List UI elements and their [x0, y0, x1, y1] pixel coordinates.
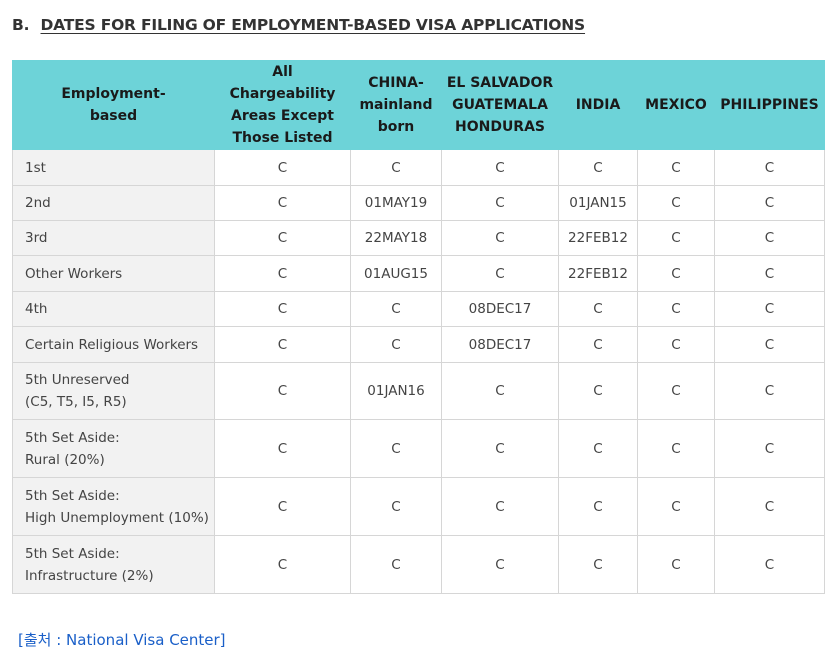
column-header: PHILIPPINES [714, 60, 825, 150]
table-cell: C [637, 326, 715, 363]
table-row: 5th Unreserved (C5, T5, I5, R5) C 01JAN16 C C… [12, 362, 825, 420]
table-cell: C [350, 419, 442, 478]
table-cell: C [637, 477, 715, 536]
table-cell: C [637, 362, 715, 420]
table-cell: C [714, 149, 825, 186]
table-cell: C [714, 326, 825, 363]
table-row: Certain Religious Workers C C 08DEC17 C C C [12, 326, 825, 363]
table-cell: C [714, 255, 825, 292]
column-header: EL SALVADOR GUATEMALA HONDURAS [441, 60, 559, 150]
table-cell: C [558, 419, 638, 478]
visa-dates-table: Employment-based All Chargeability Areas E… [12, 60, 825, 594]
section-heading: B. DATES FOR FILING OF EMPLOYMENT-BASED … [12, 16, 585, 34]
table-cell: C [214, 535, 351, 594]
table-body: 1st C C C C C C 2nd C 01MAY19 C 01JAN15 C C 3rd C 22MAY1… [12, 149, 825, 594]
table-cell: C [637, 220, 715, 256]
section-title: DATES FOR FILING OF EMPLOYMENT-BASED VIS… [40, 16, 586, 34]
table-cell: C [441, 185, 559, 221]
table-cell: C [637, 419, 715, 478]
table-cell: C [214, 326, 351, 363]
row-label: 5th Set Aside: Rural (20%) [12, 419, 215, 478]
column-header: CHINA-mainland born [350, 60, 442, 150]
table-cell: C [714, 362, 825, 420]
row-label: 5th Set Aside: High Unemployment (10%) [12, 477, 215, 536]
section-prefix: B. [12, 16, 30, 34]
table-cell: 08DEC17 [441, 291, 559, 327]
table-cell: C [441, 362, 559, 420]
table-cell: 01MAY19 [350, 185, 442, 221]
table-cell: C [558, 362, 638, 420]
table-cell: C [350, 149, 442, 186]
table-cell: 01AUG15 [350, 255, 442, 292]
table-cell: C [350, 477, 442, 536]
table-cell: 22MAY18 [350, 220, 442, 256]
table-cell: C [441, 149, 559, 186]
table-cell: C [441, 255, 559, 292]
column-header: Employment-based [12, 60, 215, 150]
table-cell: C [441, 220, 559, 256]
table-row: 5th Set Aside: High Unemployment (10%) C C C… [12, 477, 825, 536]
table-cell: C [714, 477, 825, 536]
column-header: MEXICO [637, 60, 715, 150]
row-label: 2nd [12, 185, 215, 221]
table-cell: 01JAN15 [558, 185, 638, 221]
table-cell: C [714, 535, 825, 594]
table-row: 1st C C C C C C [12, 149, 825, 186]
table-cell: C [558, 291, 638, 327]
row-label: 5th Unreserved (C5, T5, I5, R5) [12, 362, 215, 420]
table-cell: C [714, 185, 825, 221]
table-row: Other Workers C 01AUG15 C 22FEB12 C C [12, 255, 825, 292]
row-label: Certain Religious Workers [12, 326, 215, 363]
table-cell: 22FEB12 [558, 255, 638, 292]
table-cell: 01JAN16 [350, 362, 442, 420]
table-row: 5th Set Aside: Infrastructure (2%) C C C C C C [12, 535, 825, 594]
row-label: 1st [12, 149, 215, 186]
row-label: 3rd [12, 220, 215, 256]
table-cell: C [558, 535, 638, 594]
table-cell: C [714, 419, 825, 478]
table-cell: C [441, 419, 559, 478]
table-cell: C [214, 291, 351, 327]
table-cell: C [714, 291, 825, 327]
table-cell: C [350, 291, 442, 327]
row-label: 5th Set Aside: Infrastructure (2%) [12, 535, 215, 594]
column-header: All Chargeability Areas Except Those Liste… [214, 60, 351, 150]
table-cell: C [637, 255, 715, 292]
table-cell: C [214, 477, 351, 536]
table-cell: C [441, 535, 559, 594]
table-cell: C [214, 220, 351, 256]
table-cell: C [350, 535, 442, 594]
table-cell: C [214, 149, 351, 186]
table-cell: C [637, 149, 715, 186]
table-row: 3rd C 22MAY18 C 22FEB12 C C [12, 220, 825, 256]
table-row: 4th C C 08DEC17 C C C [12, 291, 825, 327]
source-link[interactable]: [출처 : National Visa Center] [18, 629, 226, 650]
table-cell: 08DEC17 [441, 326, 559, 363]
table-cell: C [637, 291, 715, 327]
table-cell: C [637, 185, 715, 221]
table-row: 2nd C 01MAY19 C 01JAN15 C C [12, 185, 825, 221]
row-label: Other Workers [12, 255, 215, 292]
table-cell: 22FEB12 [558, 220, 638, 256]
table-header-row: Employment-based All Chargeability Areas E… [12, 60, 825, 150]
table-cell: C [214, 255, 351, 292]
table-cell: C [714, 220, 825, 256]
column-header: INDIA [558, 60, 638, 150]
table-cell: C [214, 362, 351, 420]
table-cell: C [214, 185, 351, 221]
table-row: 5th Set Aside: Rural (20%) C C C C C C [12, 419, 825, 478]
row-label: 4th [12, 291, 215, 327]
table-cell: C [441, 477, 559, 536]
table-cell: C [350, 326, 442, 363]
table-cell: C [637, 535, 715, 594]
table-cell: C [558, 326, 638, 363]
table-cell: C [214, 419, 351, 478]
table-cell: C [558, 149, 638, 186]
table-cell: C [558, 477, 638, 536]
